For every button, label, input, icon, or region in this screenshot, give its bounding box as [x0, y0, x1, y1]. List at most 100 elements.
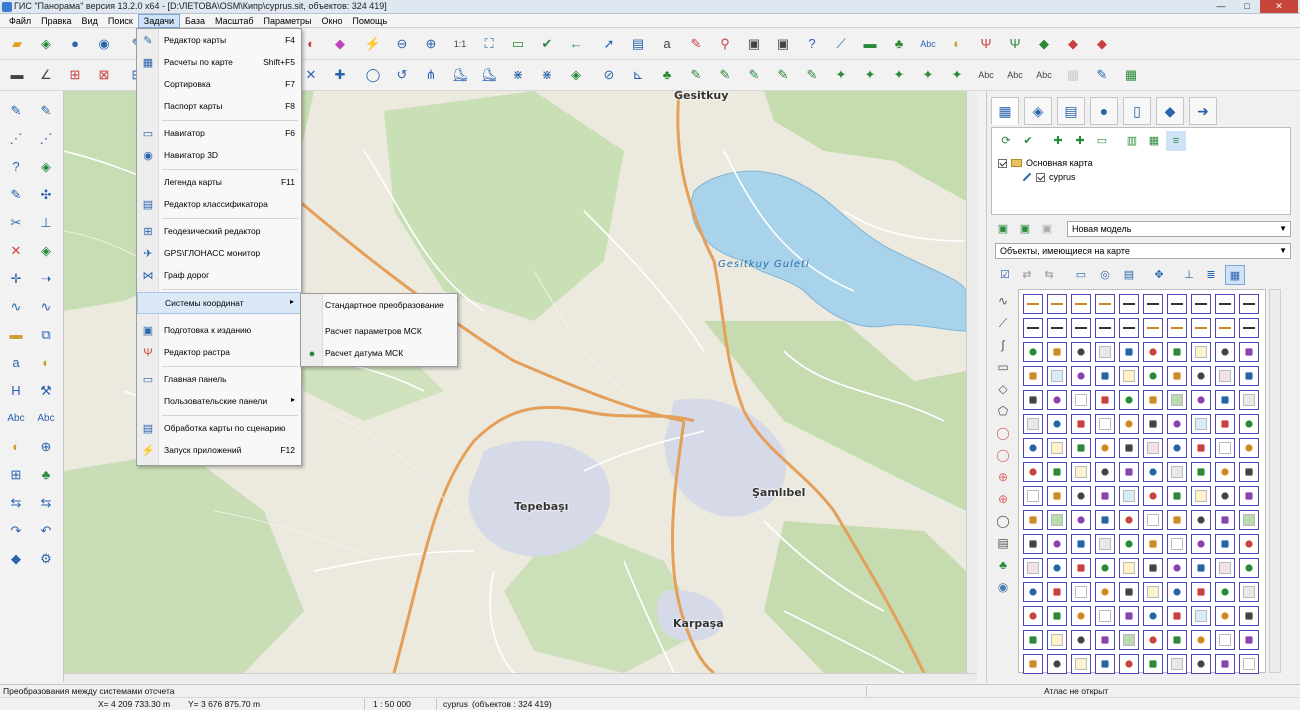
palette-symbol-cell[interactable]	[1047, 366, 1067, 386]
palette-symbol-cell[interactable]	[1191, 414, 1211, 434]
palette-symbol-cell[interactable]	[1023, 462, 1043, 482]
list-view-icon[interactable]: ≣	[1201, 265, 1221, 285]
palette-symbol-cell[interactable]	[1119, 438, 1139, 458]
library-add-icon[interactable]: ▣	[1015, 219, 1035, 239]
palette-symbol-cell[interactable]	[1143, 318, 1163, 338]
palette-symbol-cell[interactable]	[1191, 558, 1211, 578]
objects-select[interactable]: Объекты, имеющиеся на карте ▼	[995, 243, 1291, 259]
zoom-object-icon[interactable]: ◎	[1095, 265, 1115, 285]
palette-symbol-cell[interactable]	[1215, 390, 1235, 410]
pen-button[interactable]: ✎	[772, 64, 794, 86]
palette-symbol-cell[interactable]	[1071, 582, 1091, 602]
palette-symbol-cell[interactable]	[1095, 486, 1115, 506]
palette-symbol-cell[interactable]	[1095, 630, 1115, 650]
palette-symbol-cell[interactable]	[1215, 534, 1235, 554]
palette-symbol-cell[interactable]	[1023, 414, 1043, 434]
measure-button[interactable]: ⊾	[627, 64, 649, 86]
palette-symbol-cell[interactable]	[1095, 438, 1115, 458]
palette-symbol-cell[interactable]	[1167, 342, 1187, 362]
palette-symbol-cell[interactable]	[1071, 486, 1091, 506]
polygon-type-icon[interactable]: ⬠	[993, 401, 1013, 421]
polyline-type-icon[interactable]: ⟋	[993, 313, 1013, 333]
submenu-calc-msk-params[interactable]: Расчет параметров МСК	[301, 321, 457, 343]
palette-symbol-cell[interactable]	[1143, 510, 1163, 530]
palette-scrollbar[interactable]	[1269, 289, 1281, 673]
map-horizontal-scrollbar[interactable]	[64, 673, 977, 682]
menu-window[interactable]: Окно	[316, 14, 347, 28]
pointer-button[interactable]: ➚	[598, 33, 620, 55]
palette-symbol-cell[interactable]	[1119, 390, 1139, 410]
transform-button[interactable]: ⋇	[536, 64, 558, 86]
palette-symbol-cell[interactable]	[1095, 294, 1115, 314]
palette-symbol-cell[interactable]	[1239, 318, 1259, 338]
close-button[interactable]: ✕	[1260, 0, 1298, 13]
tag-button[interactable]: ◈	[565, 64, 587, 86]
palette-symbol-cell[interactable]	[1191, 390, 1211, 410]
tab-page[interactable]: ▯	[1123, 97, 1151, 125]
palette-symbol-cell[interactable]	[1215, 510, 1235, 530]
palette-symbol-cell[interactable]	[1191, 366, 1211, 386]
menu-tasks[interactable]: Задачи	[137, 13, 181, 28]
palette-symbol-cell[interactable]	[1143, 414, 1163, 434]
add-point-button[interactable]: ✚	[329, 64, 351, 86]
palette-symbol-cell[interactable]	[1071, 390, 1091, 410]
palette-symbol-cell[interactable]	[1167, 534, 1187, 554]
skate-button[interactable]: ⛸	[449, 64, 471, 86]
tasks-menu-item-4[interactable]: ▭ Навигатор F6	[137, 123, 301, 145]
curve-type-icon[interactable]: ∫	[993, 335, 1013, 355]
palette-symbol-cell[interactable]	[1095, 558, 1115, 578]
pattern-button[interactable]: ✦	[859, 64, 881, 86]
select-window-button[interactable]: ▤	[627, 33, 649, 55]
menu-help[interactable]: Помощь	[347, 14, 392, 28]
lamp-icon[interactable]: ◐	[34, 351, 58, 375]
text-abc-button[interactable]: Abc	[1033, 64, 1055, 86]
palette-symbol-cell[interactable]	[1191, 606, 1211, 626]
palette-symbol-cell[interactable]	[1095, 390, 1115, 410]
select-all-icon[interactable]: ☑	[995, 265, 1015, 285]
palette-symbol-cell[interactable]	[1119, 342, 1139, 362]
palette-symbol-cell[interactable]	[1095, 510, 1115, 530]
palette-symbol-cell[interactable]	[1215, 462, 1235, 482]
palette-symbol-cell[interactable]	[1167, 390, 1187, 410]
line-icon[interactable]: ∿	[34, 295, 58, 319]
ruler-icon[interactable]: ▬	[4, 323, 28, 347]
line-type-icon[interactable]: ∿	[993, 291, 1013, 311]
palette-symbol-cell[interactable]	[1023, 582, 1043, 602]
pen-button[interactable]: ✎	[801, 64, 823, 86]
cut-icon[interactable]: ✂	[4, 211, 28, 235]
palette-symbol-cell[interactable]	[1143, 438, 1163, 458]
palette-symbol-cell[interactable]	[1071, 534, 1091, 554]
palette-symbol-cell[interactable]	[1143, 390, 1163, 410]
tasks-menu-item-14[interactable]: ▭ Главная панель	[137, 369, 301, 391]
palette-symbol-cell[interactable]	[1239, 558, 1259, 578]
palette-symbol-cell[interactable]	[1215, 486, 1235, 506]
palette-symbol-cell[interactable]	[1023, 606, 1043, 626]
palette-symbol-cell[interactable]	[1119, 558, 1139, 578]
palette-symbol-cell[interactable]	[1047, 510, 1067, 530]
pattern-button[interactable]: ✦	[830, 64, 852, 86]
palette-symbol-cell[interactable]	[1119, 534, 1139, 554]
fit-extent-button[interactable]: ⛶	[478, 33, 500, 55]
palette-symbol-cell[interactable]	[1119, 486, 1139, 506]
palette-symbol-cell[interactable]	[1167, 318, 1187, 338]
palette-symbol-cell[interactable]	[1047, 390, 1067, 410]
palette-symbol-cell[interactable]	[1095, 318, 1115, 338]
palette-symbol-cell[interactable]	[1047, 438, 1067, 458]
palette-symbol-cell[interactable]	[1215, 342, 1235, 362]
tasks-menu-item-2[interactable]: Сортировка F7	[137, 74, 301, 96]
palette-symbol-cell[interactable]	[1095, 342, 1115, 362]
palette-symbol-cell[interactable]	[1119, 318, 1139, 338]
panel-splitter[interactable]	[977, 91, 986, 682]
tasks-menu-item-7[interactable]: ▤ Редактор классификатора	[137, 194, 301, 216]
palette-symbol-cell[interactable]	[1239, 534, 1259, 554]
palette-symbol-cell[interactable]	[1167, 510, 1187, 530]
palette-symbol-cell[interactable]	[1095, 366, 1115, 386]
circle-button[interactable]: ◯	[362, 64, 384, 86]
palette-symbol-cell[interactable]	[1119, 510, 1139, 530]
palette-symbol-cell[interactable]	[1239, 582, 1259, 602]
palette-symbol-cell[interactable]	[1239, 510, 1259, 530]
palette-symbol-cell[interactable]	[1023, 318, 1043, 338]
remove-icon[interactable]: ▭	[1092, 131, 1112, 151]
palette-symbol-cell[interactable]	[1071, 510, 1091, 530]
palette-symbol-cell[interactable]	[1239, 414, 1259, 434]
